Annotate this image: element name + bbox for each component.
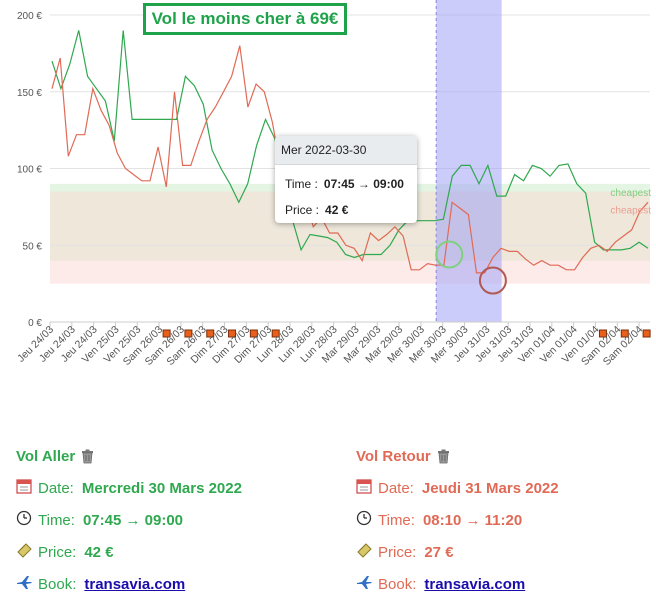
outbound-book-row: Book: transavia.com	[16, 568, 316, 600]
return-book-label: Book:	[378, 575, 417, 593]
cheapest-flight-banner: Vol le moins cher à 69€	[143, 3, 347, 35]
airplane-icon	[356, 574, 378, 595]
return-flight-panel: Vol Retour Date: Jeudi 31 Mars 2022 Time…	[356, 440, 656, 600]
return-title: Vol Retour	[356, 447, 431, 465]
return-date-value: Jeudi 31 Mars 2022	[421, 479, 559, 497]
outbound-price-row: Price: 42 €	[16, 536, 316, 568]
outbound-book-label: Book:	[38, 575, 77, 593]
outbound-book-link[interactable]: transavia.com	[84, 576, 185, 593]
tooltip-price-label: Price :	[285, 203, 320, 217]
clock-icon	[16, 510, 38, 531]
return-time-row: Time: 08:10 → 11:20	[356, 504, 656, 536]
return-date-label: Date:	[378, 479, 414, 497]
return-time-label: Time:	[378, 511, 415, 529]
tooltip-time-value: 07:45 → 09:00	[323, 177, 404, 191]
weekend-marker	[642, 329, 651, 338]
calendar-icon	[16, 478, 38, 499]
outbound-flight-panel: Vol Aller Date: Mercredi 30 Mars 2022 Ti…	[16, 440, 316, 600]
return-price-row: Price: 27 €	[356, 536, 656, 568]
calendar-icon	[356, 478, 378, 499]
return-book-row: Book: transavia.com	[356, 568, 656, 600]
money-icon	[16, 542, 38, 563]
outbound-time-value: 07:45 → 09:00	[82, 511, 184, 529]
return-time-value: 08:10 → 11:20	[422, 511, 523, 529]
outbound-title: Vol Aller	[16, 447, 76, 465]
y-tick-label: 150 €	[17, 88, 42, 99]
return-date-row: Date: Jeudi 31 Mars 2022	[356, 472, 656, 504]
band-label-outbound: cheapest	[610, 188, 651, 199]
tooltip-date: Mer 2022-03-30	[275, 136, 417, 165]
airplane-icon	[16, 574, 38, 595]
chart-tooltip: Mer 2022-03-30 Time : 07:45 → 09:00 Price…	[275, 136, 417, 223]
outbound-date-value: Mercredi 30 Mars 2022	[81, 479, 242, 497]
y-tick-label: 200 €	[17, 11, 42, 22]
trash-icon[interactable]	[437, 449, 450, 464]
money-icon	[356, 542, 378, 563]
return-price-value: 27 €	[424, 543, 454, 561]
tooltip-time-label: Time :	[285, 177, 318, 191]
outbound-time-label: Time:	[38, 511, 75, 529]
trash-icon[interactable]	[81, 449, 94, 464]
tooltip-price-value: 42 €	[325, 203, 349, 217]
outbound-title-row: Vol Aller	[16, 440, 316, 472]
y-tick-label: 50 €	[23, 241, 43, 252]
outbound-price-label: Price:	[38, 543, 77, 561]
clock-icon	[356, 510, 378, 531]
band-label-return: cheapest	[610, 206, 651, 217]
selected-range-highlight	[436, 0, 502, 322]
return-title-row: Vol Retour	[356, 440, 656, 472]
y-tick-label: 0 €	[28, 318, 42, 329]
outbound-date-row: Date: Mercredi 30 Mars 2022	[16, 472, 316, 504]
outbound-price-value: 42 €	[84, 543, 114, 561]
y-tick-label: 100 €	[17, 165, 42, 176]
return-book-link[interactable]: transavia.com	[424, 576, 525, 593]
outbound-date-label: Date:	[38, 479, 74, 497]
return-price-label: Price:	[378, 543, 417, 561]
outbound-time-row: Time: 07:45 → 09:00	[16, 504, 316, 536]
